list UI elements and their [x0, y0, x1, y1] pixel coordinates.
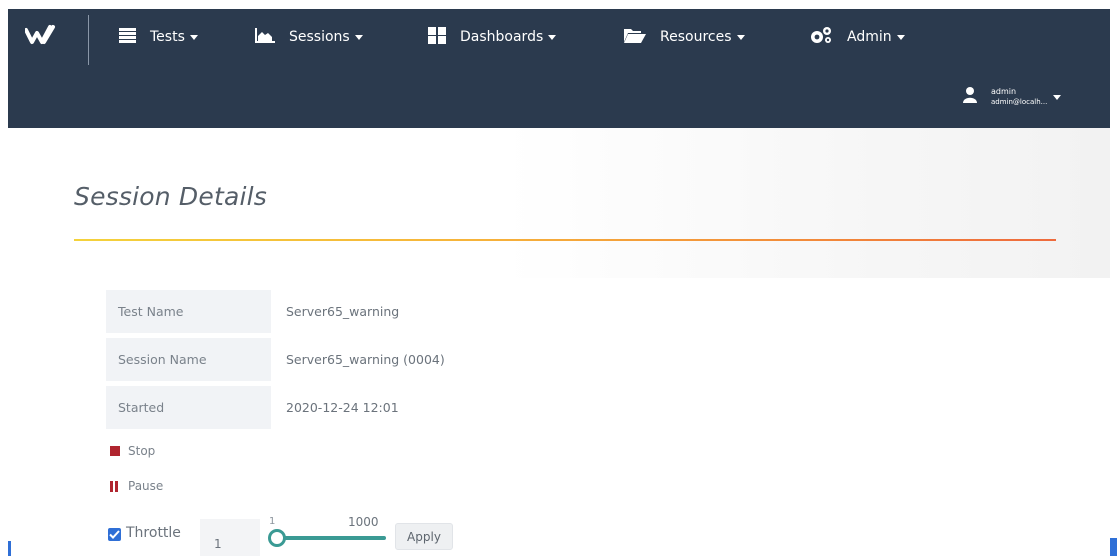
chevron-down-icon: [548, 34, 557, 40]
stop-button[interactable]: Stop: [110, 444, 155, 458]
scroll-edge-marker-right: [1110, 538, 1117, 556]
window-top-edge: [0, 0, 1119, 9]
detail-value: 2020-12-24 12:01: [286, 400, 399, 415]
nav-tests-label: Tests: [150, 29, 185, 45]
list-icon: [119, 27, 136, 47]
area-chart-icon: [255, 27, 275, 47]
nav-dashboards-label: Dashboards: [460, 29, 544, 45]
nav-resources[interactable]: Resources: [624, 24, 745, 50]
pause-label: Pause: [128, 479, 164, 493]
user-name: admin: [991, 87, 1017, 96]
detail-label: Session Name: [106, 338, 271, 381]
chevron-down-icon: [354, 34, 363, 40]
detail-row-session-name: Session Name Server65_warning (0004): [106, 338, 706, 381]
detail-value: Server65_warning (0004): [286, 352, 445, 367]
nav-admin[interactable]: Admin: [809, 24, 905, 50]
pause-icon: [110, 480, 120, 492]
nav-admin-label: Admin: [847, 29, 892, 45]
window-left-edge: [0, 0, 8, 556]
throttle-label: Throttle: [126, 525, 181, 541]
apply-button[interactable]: Apply: [395, 523, 453, 550]
slider-min-label: 1: [269, 516, 276, 527]
chevron-down-icon: [736, 34, 745, 40]
grid-icon: [428, 26, 446, 48]
scroll-edge-marker-left: [8, 541, 11, 556]
checkmark-icon: [109, 530, 120, 539]
cogs-icon: [809, 26, 833, 49]
chevron-down-icon: [189, 34, 198, 40]
navbar-divider: [88, 15, 89, 65]
detail-row-started: Started 2020-12-24 12:01: [106, 386, 706, 429]
nav-tests[interactable]: Tests: [119, 24, 198, 50]
chevron-down-icon: [1053, 94, 1062, 100]
throttle-control: Throttle 1 1000 Apply: [108, 515, 508, 556]
stop-icon: [110, 446, 120, 456]
detail-value: Server65_warning: [286, 304, 400, 319]
user-email: admin@localh...: [991, 98, 1048, 106]
user-icon: [963, 87, 977, 107]
window-right-edge: [1110, 0, 1119, 556]
throttle-value-input[interactable]: [200, 519, 260, 556]
folder-open-icon: [624, 27, 646, 47]
detail-label: Started: [106, 386, 271, 429]
nav-sessions-label: Sessions: [289, 29, 350, 45]
slider-max-label: 1000: [348, 515, 379, 529]
top-navbar: Tests Sessions Dashboards Resources Admi…: [8, 9, 1110, 128]
w-logo-icon[interactable]: [24, 22, 65, 48]
detail-row-test-name: Test Name Server65_warning: [106, 290, 706, 333]
throttle-slider-handle[interactable]: [268, 529, 286, 547]
pause-button[interactable]: Pause: [110, 479, 163, 493]
nav-resources-label: Resources: [660, 29, 732, 45]
chevron-down-icon: [896, 34, 905, 40]
nav-sessions[interactable]: Sessions: [255, 24, 363, 50]
detail-label: Test Name: [106, 290, 271, 333]
page-title: Session Details: [74, 182, 268, 211]
title-divider: [74, 239, 1056, 241]
stop-label: Stop: [128, 444, 156, 458]
user-menu[interactable]: admin admin@localh...: [963, 82, 1062, 112]
nav-dashboards[interactable]: Dashboards: [428, 24, 557, 50]
throttle-checkbox[interactable]: [108, 528, 121, 541]
throttle-slider-track[interactable]: [275, 536, 386, 540]
